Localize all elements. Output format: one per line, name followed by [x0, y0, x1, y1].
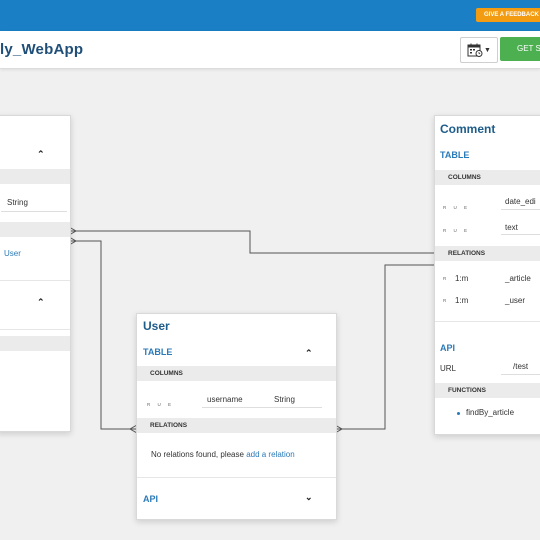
- column-type: String: [7, 198, 28, 207]
- connector-user-comment: [335, 264, 435, 430]
- divider: [0, 329, 70, 330]
- column-name: text: [505, 223, 518, 232]
- api-section-toggle[interactable]: API: [440, 343, 455, 353]
- columns-header: COLUMNS: [137, 366, 336, 381]
- divider: [202, 407, 322, 408]
- chevron-up-icon[interactable]: ⌃: [37, 149, 45, 160]
- table-tab[interactable]: TABLE: [143, 347, 172, 357]
- function-item[interactable]: findBy_article: [466, 408, 514, 417]
- no-relations-text: No relations found, please add a relatio…: [151, 450, 295, 459]
- column-flags: R U E: [443, 205, 471, 210]
- chevron-up-icon[interactable]: ⌃: [305, 348, 313, 359]
- functions-header: FUNCTIONS: [435, 383, 540, 398]
- relation-type: 1:m: [455, 296, 469, 305]
- entity-title: User: [143, 319, 170, 333]
- relation-type: 1:m: [455, 274, 469, 283]
- api-section-toggle[interactable]: API: [143, 494, 158, 504]
- table-tab[interactable]: TABLE: [440, 150, 469, 160]
- chevron-up-icon[interactable]: ⌃: [37, 297, 45, 308]
- relation-target[interactable]: _user: [505, 296, 525, 305]
- add-relation-link[interactable]: add a relation: [246, 450, 294, 459]
- relations-header: RELATIONS: [435, 246, 540, 261]
- entity-card-comment: Comment TABLE COLUMNS R U E date_edi R U…: [434, 115, 540, 435]
- divider: [0, 280, 70, 281]
- connector-left-user: [69, 240, 137, 430]
- relation-target-link[interactable]: User: [4, 249, 21, 258]
- column-name: username: [207, 395, 243, 404]
- relation-target[interactable]: _article: [505, 274, 531, 283]
- column-type: String: [274, 395, 295, 404]
- chevron-down-icon[interactable]: ⌄: [305, 492, 313, 503]
- relation-flag: R: [443, 298, 450, 303]
- relation-flag: R: [443, 276, 450, 281]
- connector-left-comment: [69, 230, 435, 254]
- columns-header: COLUMNS: [435, 170, 540, 185]
- divider: [1, 211, 67, 212]
- section-header: [0, 336, 70, 351]
- column-name: date_edi: [505, 197, 536, 206]
- section-header: [0, 169, 70, 184]
- divider: [435, 321, 540, 322]
- column-flags: R U E: [443, 228, 471, 233]
- entity-card-left: ⌃ String User ⌃: [0, 115, 71, 432]
- divider: [501, 374, 540, 375]
- section-header: [0, 222, 70, 237]
- no-relations-message: No relations found, please: [151, 450, 244, 459]
- url-value[interactable]: /test: [513, 362, 528, 371]
- divider: [137, 477, 336, 478]
- url-label: URL: [440, 364, 457, 373]
- relations-header: RELATIONS: [137, 418, 336, 433]
- entity-title: Comment: [440, 122, 496, 136]
- divider: [501, 209, 540, 210]
- divider: [501, 234, 540, 235]
- bullet: [457, 412, 460, 415]
- column-flags: R U E: [147, 402, 175, 407]
- entity-card-user: User TABLE ⌃ COLUMNS R U E username Stri…: [136, 313, 337, 520]
